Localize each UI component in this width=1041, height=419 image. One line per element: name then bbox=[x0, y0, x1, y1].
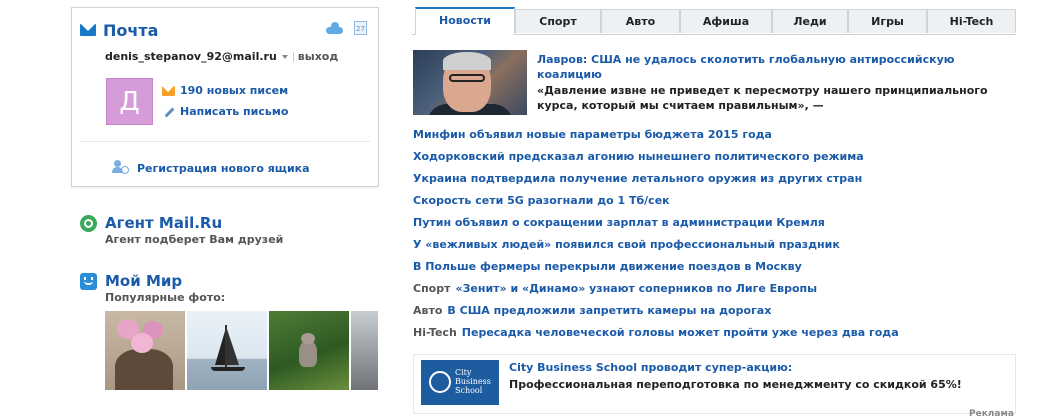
ad-logo-text: City Business School bbox=[455, 368, 491, 395]
pencil-icon bbox=[162, 106, 174, 118]
smile-icon bbox=[80, 272, 97, 290]
envelope-icon bbox=[162, 85, 175, 96]
myworld-title[interactable]: Мой Мир bbox=[105, 272, 182, 290]
tab-sport[interactable]: Спорт bbox=[515, 9, 601, 33]
top-news-headline[interactable]: Лавров: США не удалось сколотить глобаль… bbox=[537, 52, 997, 82]
news-rubric[interactable]: Спорт bbox=[413, 282, 450, 295]
tab-hitech[interactable]: Hi-Tech bbox=[927, 9, 1016, 33]
tab-lady[interactable]: Леди bbox=[772, 9, 848, 33]
avatar[interactable]: Д bbox=[106, 78, 153, 125]
news-link[interactable]: Ходорковский предсказал агонию нынешнего… bbox=[413, 150, 864, 163]
mail-widget: Почта 27 denis_stepanov_92@mail.ru выход… bbox=[71, 7, 379, 187]
news-tabs: Новости Спорт Авто Афиша Леди Игры Hi-Te… bbox=[412, 7, 1016, 35]
ad-logo[interactable]: City Business School bbox=[421, 360, 499, 405]
agent-icon bbox=[80, 214, 97, 232]
agent-title[interactable]: Агент Mail.Ru bbox=[105, 214, 222, 232]
myworld-block: Мой Мир Популярные фото: bbox=[80, 272, 225, 304]
account-email[interactable]: denis_stepanov_92@mail.ru bbox=[105, 50, 277, 63]
top-news-quote: «Давление извне не приведет к пересмотру… bbox=[537, 84, 988, 112]
photos-label: Популярные фото: bbox=[105, 291, 226, 304]
news-link[interactable]: Путин объявил о сокращении зарплат в адм… bbox=[413, 216, 825, 229]
news-list: Минфин объявил новые параметры бюджета 2… bbox=[413, 127, 899, 347]
photo-thumbnail[interactable] bbox=[269, 311, 349, 390]
news-link[interactable]: Минфин объявил новые параметры бюджета 2… bbox=[413, 128, 772, 141]
ad-text: Профессиональная переподготовка по менед… bbox=[509, 378, 962, 391]
photos-strip bbox=[105, 311, 378, 390]
new-mail-link[interactable]: 190 новых писем bbox=[180, 84, 288, 97]
user-add-icon bbox=[112, 160, 130, 176]
news-link[interactable]: Украина подтвердила получение летального… bbox=[413, 172, 862, 185]
agent-block: Агент Mail.Ru Агент подберет Вам друзей bbox=[80, 214, 283, 246]
photo-thumbnail[interactable] bbox=[187, 311, 267, 390]
tab-games[interactable]: Игры bbox=[848, 9, 927, 33]
myworld-header[interactable]: Мой Мир bbox=[80, 272, 225, 290]
news-link[interactable]: «Зенит» и «Динамо» узнают соперников по … bbox=[455, 282, 817, 295]
chevron-down-icon[interactable] bbox=[281, 54, 288, 59]
news-item: Скорость сети 5G разогнали до 1 Тб/сек bbox=[413, 193, 899, 215]
news-item: Ходорковский предсказал агонию нынешнего… bbox=[413, 149, 899, 171]
logout-link[interactable]: выход bbox=[298, 50, 338, 63]
news-link[interactable]: Пересадка человеческой головы может прой… bbox=[462, 326, 899, 339]
top-news-image[interactable] bbox=[413, 50, 527, 115]
register-row: Регистрация нового ящика bbox=[112, 160, 310, 176]
account-row: denis_stepanov_92@mail.ru выход bbox=[105, 50, 338, 63]
write-row: Написать письмо bbox=[162, 105, 288, 118]
cloud-icon[interactable] bbox=[326, 22, 343, 34]
news-item: Авто В США предложили запретить камеры на… bbox=[413, 303, 899, 325]
photo-thumbnail[interactable] bbox=[105, 311, 185, 390]
envelope-icon bbox=[80, 24, 96, 36]
news-item: Hi-Tech Пересадка человеческой головы мож… bbox=[413, 325, 899, 347]
emblem-icon bbox=[429, 371, 451, 393]
news-item: Минфин объявил новые параметры бюджета 2… bbox=[413, 127, 899, 149]
news-link[interactable]: Скорость сети 5G разогнали до 1 Тб/сек bbox=[413, 194, 670, 207]
ad-title[interactable]: City Business School проводит супер-акци… bbox=[509, 361, 792, 374]
tab-afisha[interactable]: Афиша bbox=[680, 9, 772, 33]
ad-label: Реклама bbox=[969, 409, 1014, 419]
photo-thumbnail[interactable] bbox=[351, 311, 378, 390]
write-mail-link[interactable]: Написать письмо bbox=[180, 105, 288, 118]
news-item: Украина подтвердила получение летального… bbox=[413, 171, 899, 193]
divider bbox=[80, 141, 370, 142]
agent-header[interactable]: Агент Mail.Ru bbox=[80, 214, 283, 232]
news-link[interactable]: В Польше фермеры перекрыли движение поез… bbox=[413, 260, 802, 273]
calendar-icon[interactable]: 27 bbox=[354, 21, 367, 35]
tab-auto[interactable]: Авто bbox=[601, 9, 680, 33]
news-item: У «вежливых людей» появился свой професс… bbox=[413, 237, 899, 259]
new-mail-row: 190 новых писем bbox=[162, 84, 288, 97]
news-item: В Польше фермеры перекрыли движение поез… bbox=[413, 259, 899, 281]
tab-news[interactable]: Новости bbox=[415, 7, 515, 35]
news-link[interactable]: У «вежливых людей» появился свой професс… bbox=[413, 238, 840, 251]
news-rubric[interactable]: Hi-Tech bbox=[413, 326, 457, 339]
register-link[interactable]: Регистрация нового ящика bbox=[137, 162, 310, 175]
news-rubric[interactable]: Авто bbox=[413, 304, 442, 317]
news-link[interactable]: В США предложили запретить камеры на дор… bbox=[447, 304, 771, 317]
divider bbox=[292, 51, 294, 62]
news-item: Путин объявил о сокращении зарплат в адм… bbox=[413, 215, 899, 237]
news-item: Спорт «Зенит» и «Динамо» узнают сопернико… bbox=[413, 281, 899, 303]
agent-subtitle: Агент подберет Вам друзей bbox=[105, 233, 284, 246]
ad-block[interactable]: City Business School City Business Schoo… bbox=[413, 354, 1016, 414]
mail-header[interactable]: Почта bbox=[80, 20, 158, 40]
mail-title[interactable]: Почта bbox=[103, 21, 158, 40]
